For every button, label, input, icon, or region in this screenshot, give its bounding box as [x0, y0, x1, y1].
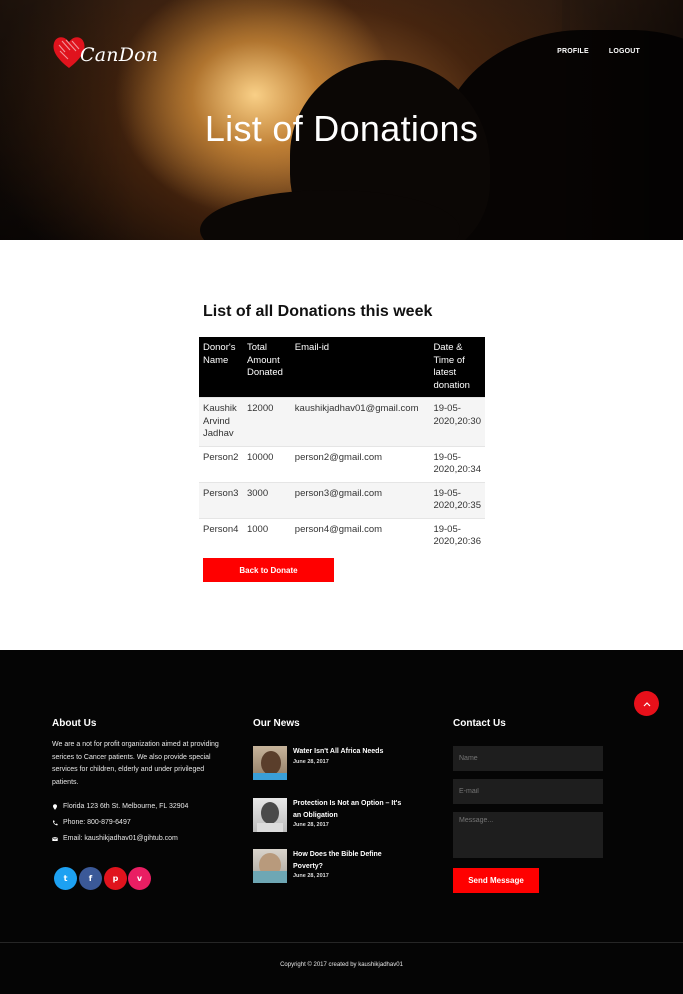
- news-date: June 28, 2017: [293, 758, 329, 765]
- cell-email: kaushikjadhav01@gmail.com: [290, 397, 430, 446]
- address-text: Florida 123 6th St. Melbourne, FL 32904: [63, 803, 189, 810]
- news-item[interactable]: How Does the Bible Define Poverty? June …: [253, 849, 403, 883]
- pinterest-icon[interactable]: p: [104, 867, 127, 890]
- nav-profile-link[interactable]: PROFILE: [557, 48, 589, 55]
- main-content: List of all Donations this week Donor's …: [0, 240, 683, 650]
- cell-amount: 1000: [242, 517, 291, 554]
- facebook-icon[interactable]: f: [79, 867, 102, 890]
- hero-banner: CanDon PROFILE LOGOUT List of Donations: [0, 0, 683, 240]
- column-header-total-amount: Total Amount Donated: [242, 337, 291, 398]
- donations-table: Donor's Name Total Amount Donated Email-…: [199, 337, 485, 554]
- envelope-icon: [52, 836, 58, 841]
- column-header-email: Email-id: [290, 337, 430, 398]
- cell-donor-name: Kaushik Arvind Jadhav: [199, 397, 243, 446]
- scroll-to-top-button[interactable]: [634, 691, 659, 716]
- email-field[interactable]: [453, 779, 603, 804]
- copyright-text: Copyright © 2017 created by kaushikjadha…: [280, 962, 403, 968]
- site-footer: About Us We are a not for profit organiz…: [0, 650, 683, 994]
- news-item[interactable]: Protection Is Not an Option – It's an Ob…: [253, 798, 403, 832]
- table-row: Person3 3000 person3@gmail.com 19-05-202…: [199, 481, 485, 518]
- name-field[interactable]: [453, 746, 603, 771]
- column-header-date-time: Date & Time of latest donation: [429, 337, 485, 398]
- news-date: June 28, 2017: [293, 873, 329, 879]
- top-nav: PROFILE LOGOUT: [557, 48, 640, 55]
- email-line: Email: kaushikjadhav01@gihtub.com: [52, 835, 178, 842]
- cell-amount: 12000: [242, 397, 291, 446]
- news-title[interactable]: How Does the Bible Define Poverty?: [293, 849, 403, 872]
- cell-date-time: 19-05-2020,20:35: [429, 481, 485, 518]
- cell-email: person4@gmail.com: [290, 517, 430, 554]
- news-thumbnail: [253, 849, 287, 883]
- cell-email: person2@gmail.com: [290, 445, 430, 482]
- section-title: List of all Donations this week: [203, 303, 433, 320]
- page-title: List of Donations: [204, 108, 479, 149]
- news-date: June 28, 2017: [293, 822, 329, 828]
- column-header-donor-name: Donor's Name: [199, 337, 243, 398]
- phone-icon: [52, 820, 58, 825]
- cell-amount: 3000: [242, 481, 291, 518]
- cell-donor-name: Person2: [199, 445, 243, 482]
- news-heading: Our News: [253, 718, 300, 729]
- cell-donor-name: Person3: [199, 481, 243, 518]
- news-title[interactable]: Protection Is Not an Option – It's an Ob…: [293, 798, 403, 821]
- table-row: Person4 1000 person4@gmail.com 19-05-202…: [199, 517, 485, 554]
- table-row: Kaushik Arvind Jadhav 12000 kaushikjadha…: [199, 397, 485, 446]
- cell-donor-name: Person4: [199, 517, 243, 554]
- phone-line: Phone: 800-879-6497: [52, 819, 131, 826]
- about-text: We are a not for profit organization aim…: [52, 741, 219, 786]
- send-message-button[interactable]: Send Message: [453, 868, 539, 893]
- brand-name: CanDon: [80, 44, 159, 66]
- cell-date-time: 19-05-2020,20:36: [429, 517, 485, 554]
- about-heading: About Us: [52, 718, 97, 729]
- footer-divider: [0, 942, 683, 943]
- nav-logout-link[interactable]: LOGOUT: [609, 48, 640, 55]
- message-field[interactable]: [453, 812, 603, 858]
- twitter-icon[interactable]: t: [54, 867, 77, 890]
- back-to-donate-button[interactable]: Back to Donate: [203, 558, 334, 582]
- table-row: Person2 10000 person2@gmail.com 19-05-20…: [199, 445, 485, 482]
- news-thumbnail: [253, 746, 287, 780]
- news-thumbnail: [253, 798, 287, 832]
- cell-email: person3@gmail.com: [290, 481, 430, 518]
- phone-text: Phone: 800-879-6497: [63, 819, 131, 826]
- map-pin-icon: [53, 803, 57, 810]
- cell-date-time: 19-05-2020,20:30: [429, 397, 485, 446]
- news-title[interactable]: Water Isn't All Africa Needs: [293, 746, 403, 758]
- site-logo[interactable]: CanDon: [52, 32, 158, 72]
- email-text: Email: kaushikjadhav01@gihtub.com: [63, 835, 178, 842]
- table-header-row: Donor's Name Total Amount Donated Email-…: [199, 337, 485, 398]
- cell-amount: 10000: [242, 445, 291, 482]
- contact-heading: Contact Us: [453, 718, 506, 729]
- cell-date-time: 19-05-2020,20:34: [429, 445, 485, 482]
- chevron-up-icon: [643, 701, 650, 706]
- address-line: Florida 123 6th St. Melbourne, FL 32904: [52, 803, 188, 810]
- vimeo-icon[interactable]: v: [128, 867, 151, 890]
- news-item[interactable]: Water Isn't All Africa Needs June 28, 20…: [253, 746, 403, 780]
